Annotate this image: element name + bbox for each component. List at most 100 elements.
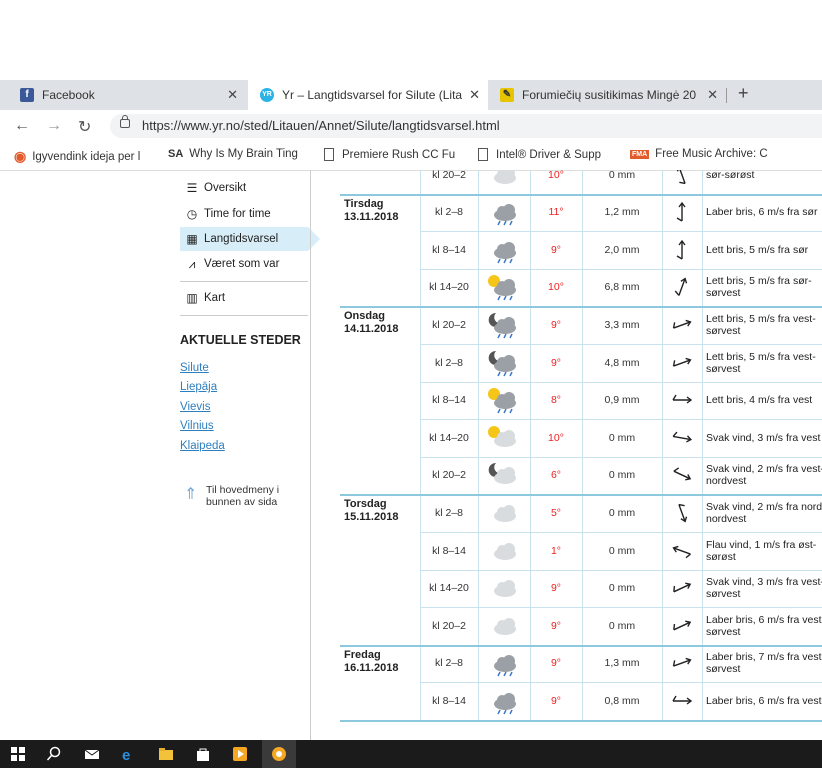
bookmark-item[interactable]: Premiere Rush CC Fu [324, 148, 464, 161]
bookmark-item[interactable]: ◉ Igyvendink ideja per l [14, 148, 154, 165]
folder-icon[interactable] [158, 746, 174, 762]
tab-facebook[interactable]: f Facebook ✕ [0, 80, 246, 110]
tab-title: Forumiečių susitikimas Mingė 20 [522, 88, 697, 102]
wind-description: sør-sørøst [706, 170, 755, 181]
tab-yr[interactable]: YR Yr – Langtidsvarsel for Silute (Lita … [248, 80, 488, 110]
search-icon[interactable] [46, 746, 62, 762]
wind-arrow-icon [662, 494, 702, 531]
precipitation: 3,3 mm [604, 318, 640, 331]
temperature: 1° [550, 544, 562, 557]
wind-arrow-icon [662, 231, 702, 268]
windows-start-icon[interactable] [10, 746, 26, 762]
menu-vaeret-som-var[interactable]: ⩘ Været som var [180, 252, 308, 276]
wind-arrow-icon [662, 607, 702, 644]
place-link[interactable]: Silute [180, 362, 209, 374]
weather-symbol-icon [478, 419, 530, 456]
forecast-table: kl 20–2 10° 0 mm sør-sørøst Tirsdag 13.11.201… [340, 170, 822, 722]
weather-symbol-icon [478, 170, 530, 193]
wind-description: Svak vind, 2 m/s fra vest-nordvest [706, 463, 822, 488]
back-to-menu-text: Til hovedmeny i bunnen av sida [206, 484, 280, 508]
back-to-menu-link[interactable]: ⇑ Til hovedmeny i bunnen av sida [184, 484, 306, 508]
chrome-icon[interactable] [271, 746, 287, 762]
table-bottom-line [340, 720, 822, 722]
wind-description: Flau vind, 1 m/s fra øst-sørøst [706, 538, 817, 563]
wind-description: Lett bris, 5 m/s fra sør-sørvest [706, 275, 812, 300]
weather-symbol-icon [478, 570, 530, 607]
forecast-row: kl 20–2 9° 0 mm Laber bris, 6 m/s fra vest-… [340, 607, 822, 644]
chart-icon: ⩘ [188, 256, 196, 271]
wind-arrow-icon [662, 419, 702, 456]
tab-forum[interactable]: ✎ Forumiečių susitikimas Mingė 20 ✕ [490, 80, 726, 110]
bookmark-item[interactable]: FMA Free Music Archive: C [630, 148, 768, 160]
precipitation: 2,0 mm [604, 243, 640, 256]
period-time: kl 20–2 [432, 318, 466, 331]
wind-description: Laber bris, 6 m/s fra vest [706, 694, 822, 707]
menu-kart[interactable]: ▥ Kart [180, 286, 308, 310]
temperature: 9° [550, 356, 562, 369]
period-time: kl 8–14 [432, 544, 466, 557]
svg-text:e: e [122, 747, 130, 762]
period-time: kl 8–14 [432, 694, 466, 707]
forum-icon: ✎ [500, 88, 514, 102]
map-icon: ▥ [186, 291, 198, 305]
content-divider [310, 170, 311, 740]
weather-symbol-icon [478, 344, 530, 381]
forecast-row: kl 20–2 6° 0 mm Svak vind, 2 m/s fra vest-n… [340, 457, 822, 494]
url-text: https://www.yr.no/sted/Litauen/Annet/Sil… [142, 118, 500, 133]
close-icon[interactable]: ✕ [227, 87, 238, 103]
wind-description: Lett bris, 4 m/s fra vest [706, 394, 813, 407]
back-arrow-icon[interactable]: ← [14, 117, 30, 135]
period-time: kl 20–2 [432, 170, 466, 181]
tab-title: Yr – Langtidsvarsel for Silute (Lita [282, 88, 462, 102]
sidebar-divider [180, 281, 308, 282]
store-icon[interactable] [195, 746, 211, 762]
temperature: 9° [550, 243, 562, 256]
menu-langtidsvarsel[interactable]: ▦ Langtidsvarsel [180, 227, 320, 251]
forward-arrow-icon[interactable]: → [46, 117, 62, 135]
place-link[interactable]: Liepāja [180, 381, 217, 393]
wind-arrow-icon [662, 269, 702, 306]
temperature: 10° [548, 281, 564, 294]
forecast-row: kl 14–20 10° 0 mm Svak vind, 3 m/s fra vest [340, 419, 822, 456]
reload-icon[interactable]: ↻ [78, 117, 91, 137]
bookmark-item[interactable]: SA Why Is My Brain Ting [168, 148, 308, 160]
precipitation: 0 mm [608, 170, 636, 181]
temperature: 9° [550, 619, 562, 632]
weather-symbol-icon [478, 269, 530, 306]
place-link[interactable]: Vievis [180, 401, 210, 413]
precipitation: 0,9 mm [604, 394, 640, 407]
place-link[interactable]: Klaipeda [180, 440, 225, 452]
wind-description: Svak vind, 2 m/s fra nord-nordvest [706, 500, 822, 525]
close-icon[interactable]: ✕ [469, 87, 480, 103]
place-link[interactable]: Vilnius [180, 420, 214, 432]
bookmark-item[interactable]: Intel® Driver & Supp [478, 148, 616, 161]
weather-symbol-icon [478, 532, 530, 569]
weather-symbol-icon [478, 194, 530, 231]
url-field[interactable]: https://www.yr.no/sted/Litauen/Annet/Sil… [110, 114, 822, 138]
close-icon[interactable]: ✕ [707, 87, 718, 103]
wind-arrow-icon [662, 306, 702, 343]
mail-icon[interactable] [84, 746, 100, 762]
lock-icon [120, 115, 130, 128]
facebook-icon: f [20, 88, 34, 102]
media-player-icon[interactable] [232, 746, 248, 762]
period-time: kl 20–2 [432, 619, 466, 632]
menu-oversikt[interactable]: ☰ Oversikt [180, 176, 308, 200]
forecast-row: kl 2–8 9° 1,3 mm Laber bris, 7 m/s fra vest… [340, 645, 822, 682]
tab-bar: f Facebook ✕ YR Yr – Langtidsvarsel for … [0, 80, 822, 110]
new-tab-button[interactable]: + [738, 83, 749, 104]
page-icon [324, 148, 334, 161]
temperature: 10° [548, 431, 564, 444]
period-time: kl 2–8 [434, 506, 464, 519]
precipitation: 1,2 mm [604, 206, 640, 219]
wind-arrow-icon [662, 570, 702, 607]
edge-icon[interactable]: e [121, 746, 137, 762]
forecast-row: kl 2–8 5° 0 mm Svak vind, 2 m/s fra nord-no… [340, 494, 822, 531]
temperature: 9° [550, 582, 562, 595]
precipitation: 4,8 mm [604, 356, 640, 369]
weather-symbol-icon [478, 494, 530, 531]
forecast-row: kl 2–8 11° 1,2 mm Laber bris, 6 m/s fra sør [340, 194, 822, 231]
temperature: 6° [550, 469, 562, 482]
temperature: 5° [550, 506, 562, 519]
menu-time-for-time[interactable]: ◷ Time for time [180, 202, 308, 226]
